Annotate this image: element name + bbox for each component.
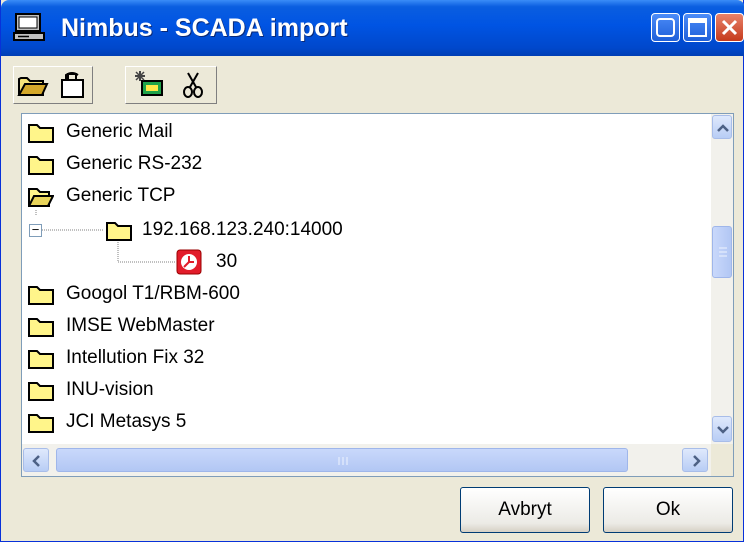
- scada-tree-view[interactable]: Generic Mail Generic RS-232 Generic TCP …: [21, 113, 734, 477]
- chevron-right-icon: [693, 455, 701, 467]
- tree-item-label: JCI Metasys 5: [66, 411, 187, 432]
- ok-button[interactable]: Ok: [603, 487, 733, 533]
- folder-icon: [28, 318, 54, 337]
- folder-icon: [28, 124, 54, 143]
- new-item-icon: [135, 71, 163, 96]
- vertical-scrollbar[interactable]: [711, 114, 733, 444]
- open-folder-icon: [17, 77, 49, 96]
- cut-button[interactable]: [176, 69, 210, 101]
- folder-icon: [28, 350, 54, 369]
- computer-icon: [13, 13, 45, 41]
- open-folder-icon: [28, 188, 54, 207]
- scroll-up-button[interactable]: [712, 115, 732, 139]
- scroll-down-button[interactable]: [712, 416, 732, 442]
- horizontal-scroll-thumb[interactable]: [56, 448, 628, 472]
- open-folder-button[interactable]: [16, 69, 50, 101]
- new-item-button[interactable]: [132, 69, 166, 101]
- tree-item-label: 192.168.123.240:14000: [142, 219, 343, 240]
- close-icon: [721, 19, 738, 36]
- folder-icon: [28, 382, 54, 401]
- folder-icon: [28, 156, 54, 175]
- folder-icon: [106, 222, 132, 241]
- folder-icon: [28, 414, 54, 433]
- cut-icon: [183, 72, 203, 98]
- tree-item-label: Generic RS-232: [66, 153, 203, 174]
- open-file-button[interactable]: [56, 69, 90, 101]
- dialog-window: Nimbus - SCADA import Generic Mail Gener…: [0, 0, 744, 542]
- clock-icon: [176, 249, 202, 275]
- toolbar: [9, 60, 737, 106]
- cancel-button[interactable]: Avbryt: [460, 487, 590, 533]
- tree-item-label: INU-vision: [66, 379, 154, 400]
- scrollbar-corner: [711, 444, 733, 476]
- chevron-left-icon: [32, 455, 40, 467]
- maximize-icon: [688, 18, 707, 37]
- horizontal-scrollbar[interactable]: [22, 444, 711, 476]
- toolbar-group-edit: [125, 66, 217, 104]
- minimize-button[interactable]: [651, 13, 680, 42]
- minimize-icon: [656, 18, 675, 37]
- scroll-left-button[interactable]: [23, 448, 49, 472]
- grip-icon: [719, 247, 727, 257]
- title-bar[interactable]: Nimbus - SCADA import: [1, 0, 744, 56]
- tree-item-label: Generic Mail: [66, 121, 173, 142]
- collapse-toggle-icon[interactable]: −: [29, 223, 42, 237]
- vertical-scroll-thumb[interactable]: [712, 226, 732, 278]
- window-title: Nimbus - SCADA import: [61, 14, 348, 42]
- folder-icon: [28, 286, 54, 305]
- toolbar-group-file: [13, 66, 93, 104]
- chevron-down-icon: [717, 426, 729, 434]
- close-button[interactable]: [715, 13, 744, 42]
- scroll-right-button[interactable]: [682, 448, 708, 472]
- tree-item-label: Intellution Fix 32: [66, 347, 205, 368]
- tree-item-label: Googol T1/RBM-600: [66, 283, 240, 304]
- chevron-up-icon: [717, 124, 729, 132]
- tree-item-label: Generic TCP: [66, 185, 176, 206]
- tree-item-label: 30: [216, 251, 238, 272]
- open-file-icon: [61, 72, 84, 98]
- grip-icon: [338, 457, 348, 465]
- maximize-button[interactable]: [683, 13, 712, 42]
- tree-item-label: IMSE WebMaster: [66, 315, 215, 336]
